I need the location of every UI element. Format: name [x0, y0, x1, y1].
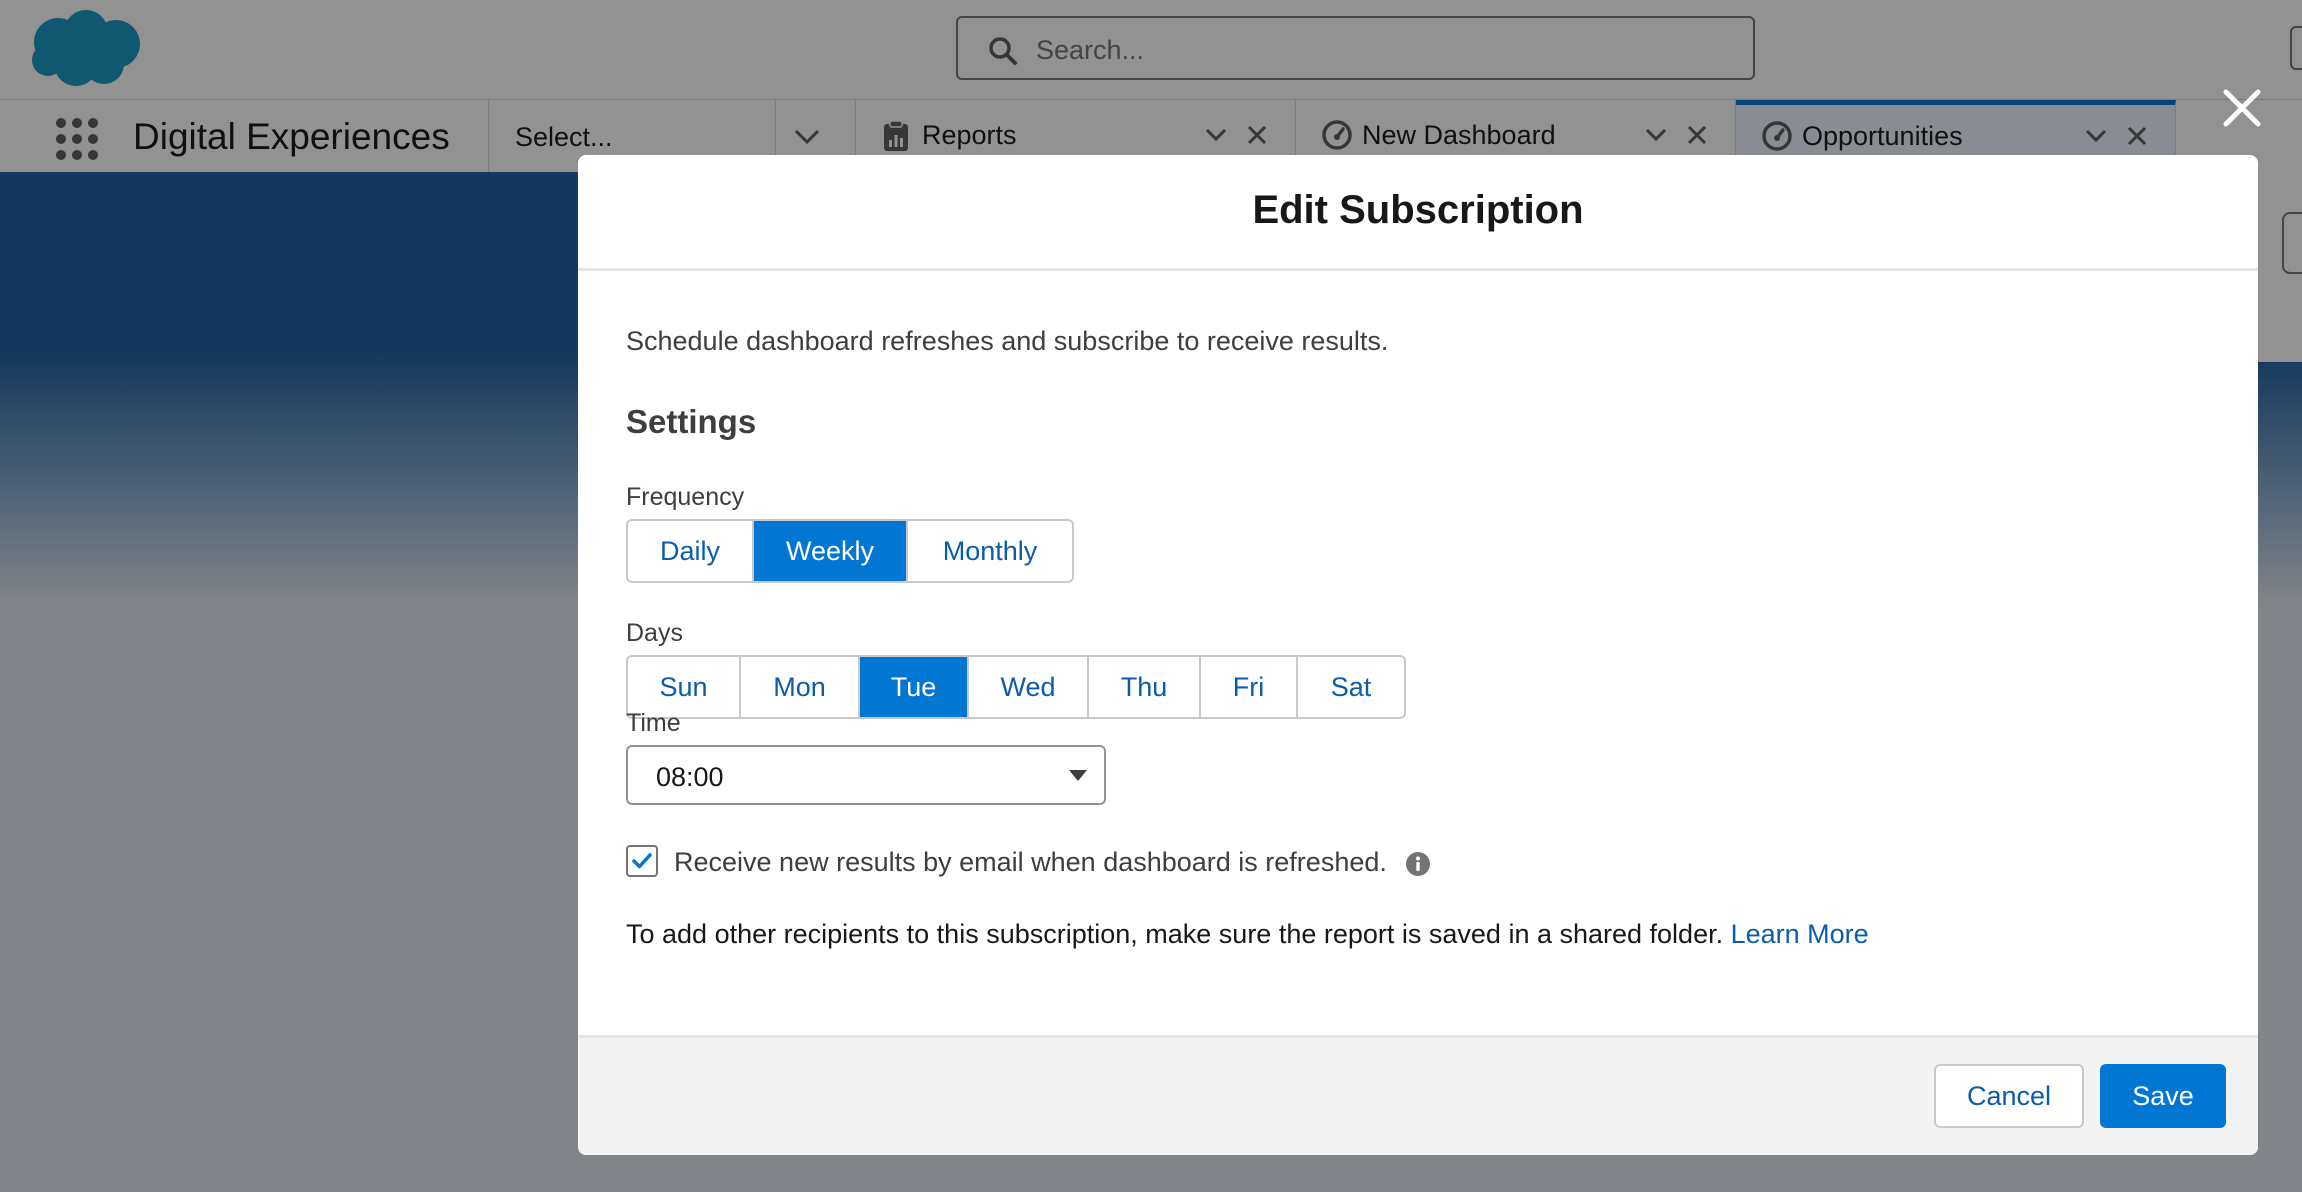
time-select[interactable]: 08:00: [626, 745, 1106, 805]
frequency-label: Frequency: [626, 483, 745, 511]
learn-more-link[interactable]: Learn More: [1731, 919, 1869, 949]
cancel-button[interactable]: Cancel: [1934, 1064, 2084, 1128]
caret-down-icon: [1069, 770, 1087, 781]
day-sat-button[interactable]: Sat: [1298, 657, 1404, 717]
modal-title: Edit Subscription: [1252, 188, 1584, 232]
day-wed-button[interactable]: Wed: [969, 657, 1089, 717]
day-sun-button[interactable]: Sun: [628, 657, 741, 717]
time-label: Time: [626, 709, 681, 737]
day-thu-button[interactable]: Thu: [1089, 657, 1201, 717]
modal-body: Schedule dashboard refreshes and subscri…: [578, 271, 2258, 1155]
days-button-group: Sun Mon Tue Wed Thu Fri Sat: [626, 655, 1406, 719]
frequency-weekly-button[interactable]: Weekly: [754, 521, 908, 581]
day-fri-button[interactable]: Fri: [1201, 657, 1298, 717]
frequency-monthly-button[interactable]: Monthly: [908, 521, 1072, 581]
modal-description: Schedule dashboard refreshes and subscri…: [626, 326, 1389, 356]
frequency-daily-button[interactable]: Daily: [628, 521, 754, 581]
days-label: Days: [626, 619, 683, 647]
info-icon[interactable]: [1405, 851, 1431, 877]
settings-heading: Settings: [626, 403, 757, 440]
email-results-label: Receive new results by email when dashbo…: [674, 847, 1387, 877]
modal-header: Edit Subscription: [578, 155, 2258, 271]
email-results-checkbox[interactable]: [626, 845, 658, 877]
checkmark-icon: [632, 853, 652, 869]
day-mon-button[interactable]: Mon: [741, 657, 860, 717]
frequency-button-group: Daily Weekly Monthly: [626, 519, 1074, 583]
save-button[interactable]: Save: [2100, 1064, 2226, 1128]
day-tue-button[interactable]: Tue: [860, 657, 969, 717]
close-icon[interactable]: [2218, 84, 2266, 132]
time-select-value: 08:00: [656, 762, 724, 792]
recipients-note: To add other recipients to this subscrip…: [626, 919, 1869, 950]
edit-subscription-modal: Edit Subscription Schedule dashboard ref…: [578, 155, 2258, 1155]
recipients-note-text: To add other recipients to this subscrip…: [626, 919, 1724, 949]
modal-footer: Cancel Save: [578, 1035, 2258, 1155]
